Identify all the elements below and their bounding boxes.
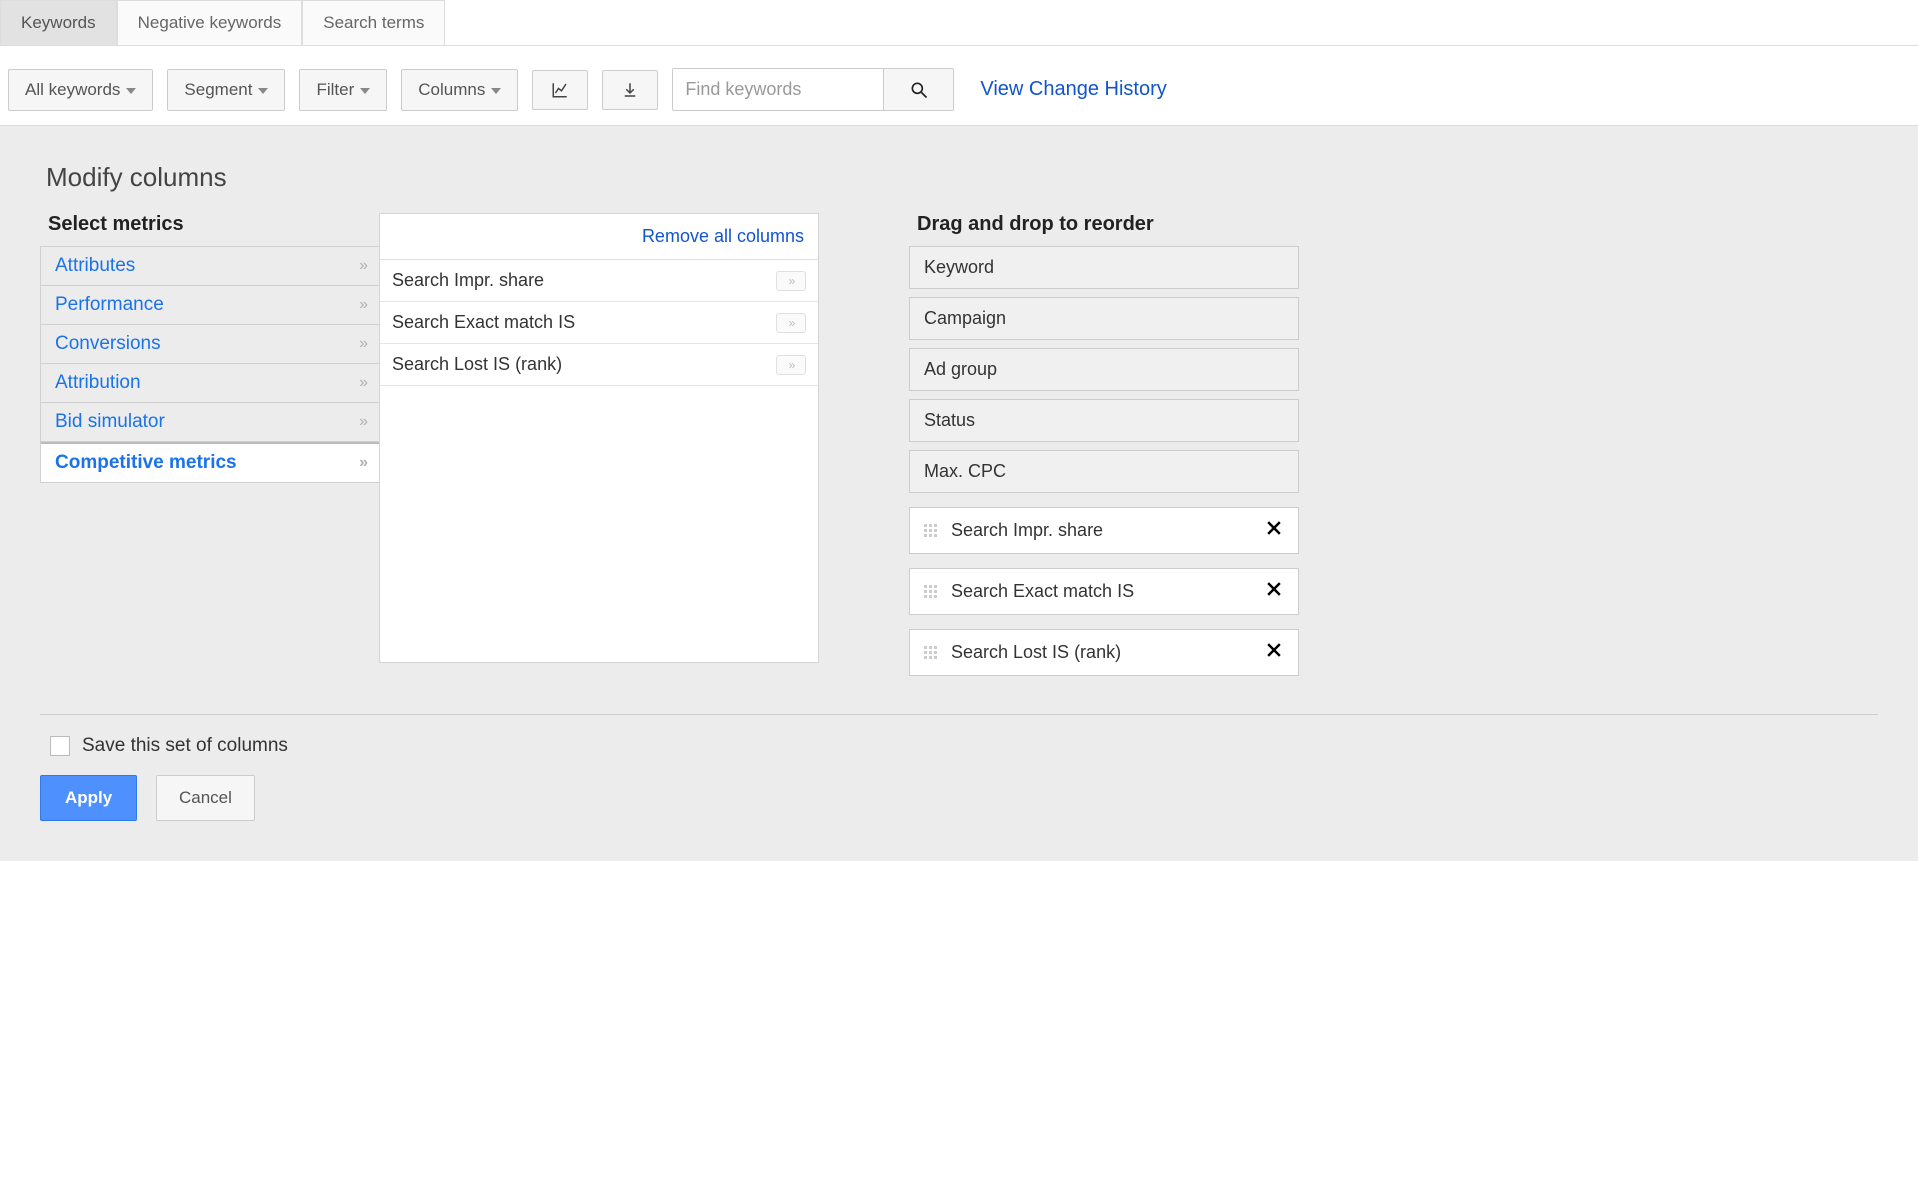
columns-label: Columns bbox=[418, 80, 485, 100]
chart-button[interactable] bbox=[532, 70, 588, 110]
category-attributes[interactable]: Attributes » bbox=[41, 247, 379, 286]
save-columns-label: Save this set of columns bbox=[82, 735, 288, 757]
drag-handle-icon[interactable] bbox=[924, 524, 937, 537]
chevron-right-icon: » bbox=[789, 274, 794, 288]
modify-columns-panel: Modify columns Select metrics Attributes… bbox=[0, 126, 1918, 861]
columns-area: Select metrics Attributes » Performance … bbox=[40, 213, 1878, 684]
chart-icon bbox=[551, 81, 569, 99]
search-button[interactable] bbox=[883, 69, 953, 110]
reorder-item-fixed: Campaign bbox=[909, 297, 1299, 340]
category-label: Attribution bbox=[55, 372, 141, 394]
metrics-categories: Select metrics Attributes » Performance … bbox=[40, 213, 380, 483]
category-bid-simulator[interactable]: Bid simulator » bbox=[41, 403, 379, 442]
reorder-item-removable[interactable]: Search Impr. share bbox=[909, 507, 1299, 554]
remove-column-button[interactable] bbox=[1264, 579, 1284, 604]
tab-search-terms[interactable]: Search terms bbox=[302, 0, 445, 45]
download-icon bbox=[621, 81, 639, 99]
remove-all-columns-link[interactable]: Remove all columns bbox=[380, 214, 818, 260]
toolbar: All keywords Segment Filter Columns bbox=[0, 54, 1918, 126]
category-label: Bid simulator bbox=[55, 411, 165, 433]
remove-column-button[interactable] bbox=[1264, 640, 1284, 665]
download-button[interactable] bbox=[602, 70, 658, 110]
segment-button[interactable]: Segment bbox=[167, 69, 285, 111]
columns-button[interactable]: Columns bbox=[401, 69, 518, 111]
apply-button[interactable]: Apply bbox=[40, 775, 137, 821]
all-keywords-label: All keywords bbox=[25, 80, 120, 100]
chevron-right-icon: » bbox=[359, 413, 365, 431]
dropdown-caret-icon bbox=[491, 88, 501, 94]
add-metric-button[interactable]: » bbox=[776, 313, 806, 333]
chevron-right-icon: » bbox=[359, 374, 365, 392]
search-group bbox=[672, 68, 954, 111]
save-columns-checkbox[interactable] bbox=[50, 736, 70, 756]
remove-column-button[interactable] bbox=[1264, 518, 1284, 543]
close-icon bbox=[1264, 640, 1284, 660]
available-metrics-list: Search Impr. share » Search Exact match … bbox=[380, 260, 818, 386]
chevron-right-icon: » bbox=[359, 257, 365, 275]
segment-label: Segment bbox=[184, 80, 252, 100]
metric-label: Search Impr. share bbox=[951, 520, 1103, 541]
filter-label: Filter bbox=[316, 80, 354, 100]
tab-keywords[interactable]: Keywords bbox=[0, 0, 117, 45]
categories-list: Attributes » Performance » Conversions »… bbox=[40, 246, 380, 483]
available-metrics-panel: Remove all columns Search Impr. share » … bbox=[379, 213, 819, 663]
category-conversions[interactable]: Conversions » bbox=[41, 325, 379, 364]
chevron-right-icon: » bbox=[789, 358, 794, 372]
category-label: Competitive metrics bbox=[55, 452, 237, 474]
reorder-item-removable[interactable]: Search Exact match IS bbox=[909, 568, 1299, 615]
chevron-right-icon: » bbox=[359, 454, 365, 472]
dropdown-caret-icon bbox=[360, 88, 370, 94]
metric-label: Search Lost IS (rank) bbox=[392, 354, 562, 375]
category-attribution[interactable]: Attribution » bbox=[41, 364, 379, 403]
metric-label: Search Lost IS (rank) bbox=[951, 642, 1121, 663]
chevron-right-icon: » bbox=[789, 316, 794, 330]
tab-negative-keywords[interactable]: Negative keywords bbox=[117, 0, 303, 45]
close-icon bbox=[1264, 579, 1284, 599]
available-metric-item: Search Exact match IS » bbox=[380, 302, 818, 344]
category-label: Performance bbox=[55, 294, 164, 316]
available-metric-item: Search Impr. share » bbox=[380, 260, 818, 302]
cancel-button[interactable]: Cancel bbox=[156, 775, 255, 821]
search-input[interactable] bbox=[673, 69, 883, 110]
reorder-item-fixed: Ad group bbox=[909, 348, 1299, 391]
reorder-item-fixed: Keyword bbox=[909, 246, 1299, 289]
dropdown-caret-icon bbox=[126, 88, 136, 94]
metric-label: Search Exact match IS bbox=[392, 312, 575, 333]
reorder-item-fixed: Status bbox=[909, 399, 1299, 442]
category-performance[interactable]: Performance » bbox=[41, 286, 379, 325]
reorder-item-fixed: Max. CPC bbox=[909, 450, 1299, 493]
reorder-list: Keyword Campaign Ad group Status Max. CP… bbox=[909, 246, 1299, 676]
panel-title: Modify columns bbox=[46, 162, 1878, 193]
select-metrics-heading: Select metrics bbox=[48, 213, 380, 236]
dropdown-caret-icon bbox=[258, 88, 268, 94]
chevron-right-icon: » bbox=[359, 296, 365, 314]
drag-handle-icon[interactable] bbox=[924, 585, 937, 598]
save-columns-row: Save this set of columns bbox=[50, 735, 1878, 757]
reorder-item-removable[interactable]: Search Lost IS (rank) bbox=[909, 629, 1299, 676]
drag-handle-icon[interactable] bbox=[924, 646, 937, 659]
tabs-row: Keywords Negative keywords Search terms bbox=[0, 0, 1918, 46]
metric-label: Search Exact match IS bbox=[951, 581, 1134, 602]
add-metric-button[interactable]: » bbox=[776, 355, 806, 375]
reorder-panel: Drag and drop to reorder Keyword Campaig… bbox=[909, 213, 1299, 684]
add-metric-button[interactable]: » bbox=[776, 271, 806, 291]
reorder-heading: Drag and drop to reorder bbox=[917, 213, 1299, 236]
bottom-actions: Save this set of columns Apply Cancel bbox=[40, 714, 1878, 821]
filter-button[interactable]: Filter bbox=[299, 69, 387, 111]
category-competitive-metrics[interactable]: Competitive metrics » bbox=[41, 442, 379, 483]
search-icon bbox=[909, 80, 929, 100]
category-label: Conversions bbox=[55, 333, 161, 355]
close-icon bbox=[1264, 518, 1284, 538]
view-change-history-link[interactable]: View Change History bbox=[980, 78, 1166, 101]
chevron-right-icon: » bbox=[359, 335, 365, 353]
available-metric-item: Search Lost IS (rank) » bbox=[380, 344, 818, 386]
all-keywords-button[interactable]: All keywords bbox=[8, 69, 153, 111]
category-label: Attributes bbox=[55, 255, 135, 277]
metric-label: Search Impr. share bbox=[392, 270, 544, 291]
